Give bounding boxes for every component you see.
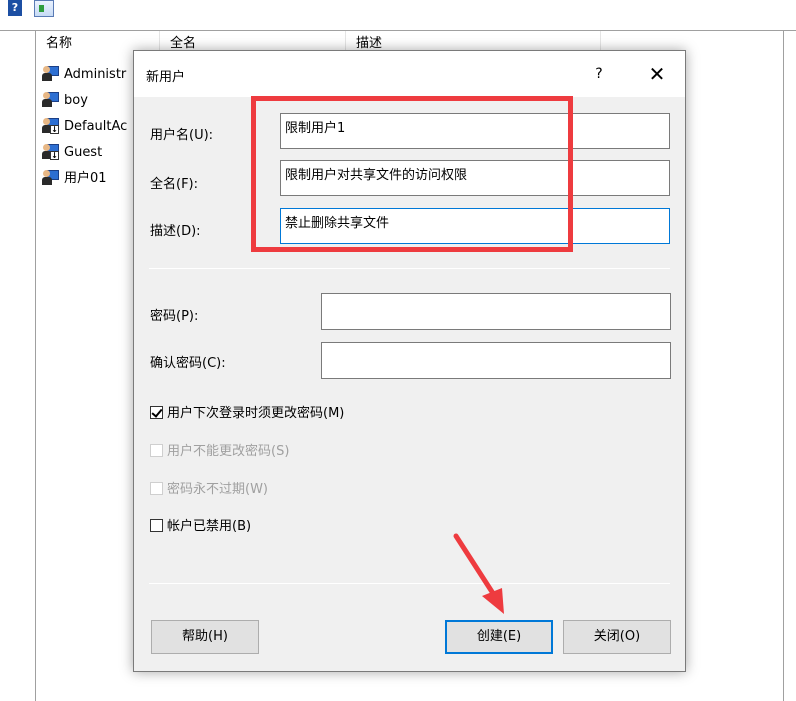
list-item-name: Guest <box>64 145 103 160</box>
list-item-name: DefaultAc <box>64 119 128 134</box>
list-item[interactable]: boy <box>42 88 88 114</box>
dialog-title: 新用户 <box>146 70 186 85</box>
description-label: 描述(D): <box>150 224 201 239</box>
disabled-user-icon: ↓ <box>42 143 60 160</box>
username-input[interactable] <box>280 113 670 149</box>
list-item[interactable]: Administr <box>42 62 126 88</box>
checkbox-label: 用户下次登录时须更改密码(M) <box>167 406 345 421</box>
checkbox-label: 密码永不过期(W) <box>167 482 268 497</box>
new-user-dialog: 新用户 ? ✕ 用户名(U): 全名(F): 描述(D): 密码(P): 确认密… <box>133 50 686 672</box>
close-button[interactable]: 关闭(O) <box>563 620 671 654</box>
close-icon[interactable]: ✕ <box>642 61 672 87</box>
checkbox-icon <box>150 406 163 419</box>
confirm-password-label: 确认密码(C): <box>150 356 226 371</box>
action-pane <box>783 30 796 701</box>
list-item[interactable]: ↓ Guest <box>42 140 102 166</box>
console-tree-pane <box>0 30 36 701</box>
separator <box>149 583 670 584</box>
checkbox-icon <box>150 519 163 532</box>
password-never-expires-checkbox[interactable]: 密码永不过期(W) <box>150 480 268 500</box>
account-disabled-checkbox[interactable]: 帐户已禁用(B) <box>150 517 251 537</box>
checkbox-label: 用户不能更改密码(S) <box>167 444 290 459</box>
must-change-password-checkbox[interactable]: 用户下次登录时须更改密码(M) <box>150 404 344 424</box>
fullname-input[interactable] <box>280 160 670 196</box>
confirm-password-input[interactable] <box>321 342 671 379</box>
fullname-label: 全名(F): <box>150 177 199 192</box>
list-item-name: 用户01 <box>64 171 107 186</box>
toolbar: ? <box>0 0 796 22</box>
cannot-change-password-checkbox[interactable]: 用户不能更改密码(S) <box>150 442 289 462</box>
checkbox-label: 帐户已禁用(B) <box>167 519 252 534</box>
create-button[interactable]: 创建(E) <box>445 620 553 654</box>
separator <box>149 268 670 269</box>
help-button[interactable]: 帮助(H) <box>151 620 259 654</box>
show-hide-pane-icon[interactable] <box>34 0 54 17</box>
list-item-name: Administr <box>64 67 127 82</box>
username-label: 用户名(U): <box>150 128 214 143</box>
help-icon[interactable]: ? <box>584 63 614 85</box>
checkbox-icon <box>150 444 163 457</box>
password-input[interactable] <box>321 293 671 330</box>
help-icon[interactable]: ? <box>8 0 22 16</box>
checkbox-icon <box>150 482 163 495</box>
description-input[interactable] <box>280 208 670 244</box>
password-label: 密码(P): <box>150 309 199 324</box>
list-item[interactable]: ↓ DefaultAc <box>42 114 127 140</box>
list-item[interactable]: 用户01 <box>42 166 107 192</box>
disabled-user-icon: ↓ <box>42 117 60 134</box>
user-icon <box>42 91 60 107</box>
user-icon <box>42 65 60 81</box>
list-item-name: boy <box>64 93 88 108</box>
dialog-titlebar[interactable]: 新用户 ? ✕ <box>134 51 685 97</box>
user-icon <box>42 169 60 185</box>
